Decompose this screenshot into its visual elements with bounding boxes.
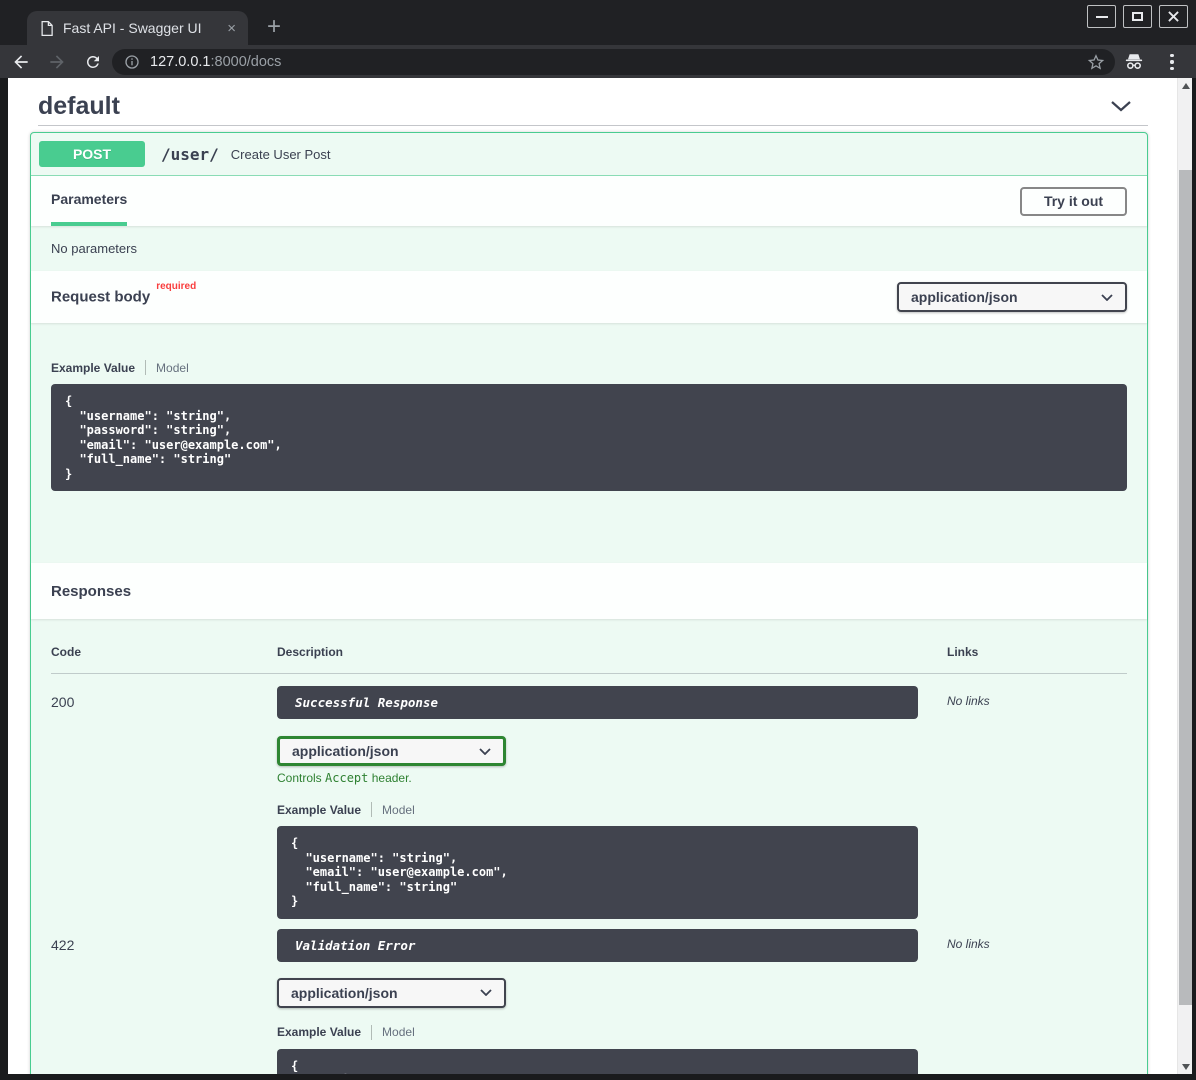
scrollbar-down-arrow[interactable] <box>1178 1059 1192 1074</box>
scrollbar-up-arrow[interactable] <box>1178 78 1192 93</box>
new-tab-button[interactable]: + <box>260 13 288 41</box>
minimize-button[interactable] <box>1087 5 1116 28</box>
tab-example-value[interactable]: Example Value <box>51 361 145 375</box>
minimize-icon <box>1096 16 1108 18</box>
response-media-type-select[interactable]: application/json <box>277 978 506 1008</box>
back-icon <box>11 52 31 72</box>
tab-model[interactable]: Model <box>372 1025 415 1039</box>
example-model-tabs: Example Value Model <box>51 359 1127 376</box>
request-example-json: { "username": "string", "password": "str… <box>65 394 1113 481</box>
response-code: 200 <box>51 686 277 919</box>
try-it-out-button[interactable]: Try it out <box>1020 187 1127 216</box>
close-button[interactable] <box>1159 5 1188 28</box>
browser-tab-strip: Fast API - Swagger UI × + <box>0 0 1196 45</box>
example-model-tabs: Example Value Model <box>277 1024 947 1041</box>
response-example-json: { "username": "string", "email": "user@e… <box>291 836 904 909</box>
request-media-type-value: application/json <box>911 289 1018 305</box>
swagger-page: default POST /user/ Create User Post Par… <box>8 78 1177 1074</box>
response-media-type-value: application/json <box>292 743 399 759</box>
request-body-content: Example Value Model { "username": "strin… <box>31 323 1147 563</box>
browser-tab[interactable]: Fast API - Swagger UI × <box>27 11 248 45</box>
back-button[interactable] <box>6 48 36 76</box>
site-info-icon[interactable] <box>124 54 140 70</box>
response-description: Successful Response <box>277 686 918 719</box>
opblock-summary[interactable]: POST /user/ Create User Post <box>31 133 1147 176</box>
endpoint-summary: Create User Post <box>231 147 331 162</box>
maximize-icon <box>1132 12 1143 21</box>
address-bar[interactable]: 127.0.0.1:8000/docs <box>112 49 1115 75</box>
reload-button[interactable] <box>78 48 108 76</box>
parameters-tab: Parameters <box>51 176 127 226</box>
column-description: Description <box>277 645 947 659</box>
request-body-title: Request body <box>51 289 150 306</box>
request-body-header: Request body required application/json <box>31 271 1147 323</box>
page-favicon-icon <box>39 20 54 37</box>
star-icon <box>1087 53 1105 71</box>
opblock-post-user: POST /user/ Create User Post Parameters … <box>30 132 1148 1074</box>
page-viewport: default POST /user/ Create User Post Par… <box>8 78 1192 1074</box>
tab-title: Fast API - Swagger UI <box>63 20 216 36</box>
controls-accept-note: Controls Accept header. <box>277 771 947 785</box>
responses-title: Responses <box>51 583 131 600</box>
chevron-down-icon <box>1101 294 1113 301</box>
tab-model[interactable]: Model <box>372 803 415 817</box>
forward-button[interactable] <box>42 48 72 76</box>
response-links: No links <box>947 929 1127 1075</box>
window-controls <box>1087 5 1188 28</box>
response-example-json: { "detail": [ { <box>291 1059 904 1075</box>
method-badge: POST <box>39 141 145 167</box>
required-label: required <box>156 281 196 292</box>
no-parameters-text: No parameters <box>31 226 1147 271</box>
request-example-code: { "username": "string", "password": "str… <box>51 384 1127 491</box>
chevron-down-icon <box>480 989 492 996</box>
bookmark-star-button[interactable] <box>1087 53 1105 71</box>
response-media-type-value: application/json <box>291 985 398 1001</box>
incognito-badge <box>1119 49 1149 75</box>
parameters-header: Parameters Try it out <box>31 176 1147 226</box>
browser-menu-button[interactable] <box>1162 51 1182 73</box>
response-example-code: { "username": "string", "email": "user@e… <box>277 826 918 919</box>
response-description: Validation Error <box>277 929 918 962</box>
response-links: No links <box>947 686 1127 919</box>
response-row-200: 200 Successful Response application/json… <box>51 686 1127 919</box>
reload-icon <box>84 53 102 71</box>
scrollbar-thumb[interactable] <box>1179 170 1192 1005</box>
browser-toolbar: 127.0.0.1:8000/docs <box>0 45 1196 78</box>
url-host: 127.0.0.1 <box>150 54 210 70</box>
endpoint-path: /user/ <box>161 145 219 164</box>
responses-header: Responses <box>31 563 1147 619</box>
incognito-icon <box>1123 52 1145 72</box>
tab-example-value[interactable]: Example Value <box>277 1025 371 1039</box>
tag-section-title: default <box>38 92 120 120</box>
request-media-type-select[interactable]: application/json <box>897 282 1127 312</box>
tab-example-value[interactable]: Example Value <box>277 803 371 817</box>
tab-close-icon[interactable]: × <box>225 21 238 36</box>
response-media-type-select[interactable]: application/json <box>277 736 506 766</box>
tab-model[interactable]: Model <box>146 361 189 375</box>
url-text: 127.0.0.1:8000/docs <box>150 54 1087 70</box>
close-icon <box>1168 11 1179 22</box>
page-scrollbar[interactable] <box>1177 78 1192 1074</box>
column-links: Links <box>947 645 1127 659</box>
maximize-button[interactable] <box>1123 5 1152 28</box>
tag-section-header[interactable]: default <box>38 90 1148 126</box>
forward-icon <box>47 52 67 72</box>
response-row-422: 422 Validation Error application/json Ex… <box>51 929 1127 1075</box>
chevron-down-icon <box>479 748 491 755</box>
collapse-chevron-icon[interactable] <box>1110 100 1132 112</box>
accept-header-code: Accept <box>325 771 368 785</box>
response-code: 422 <box>51 929 277 1075</box>
responses-table: Code Description Links 200 Successful Re… <box>31 619 1147 1074</box>
url-path: :8000/docs <box>210 54 281 70</box>
response-example-code: { "detail": [ { <box>277 1049 918 1075</box>
example-model-tabs: Example Value Model <box>277 801 947 818</box>
column-code: Code <box>51 645 277 659</box>
responses-table-head: Code Description Links <box>51 633 1127 674</box>
